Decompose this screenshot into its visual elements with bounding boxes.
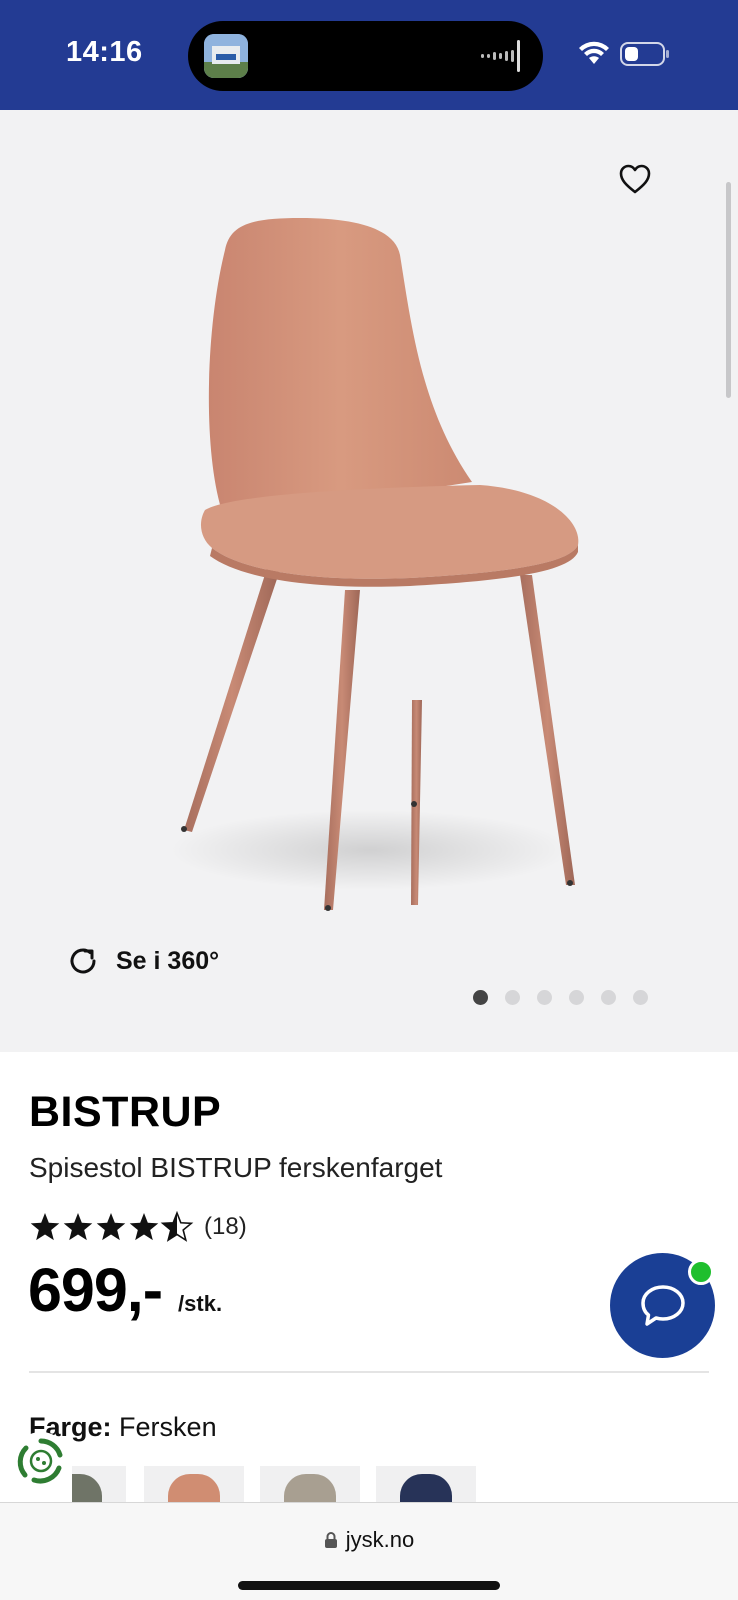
review-count[interactable]: (18) (204, 1213, 247, 1241)
page-scrollbar[interactable] (726, 182, 731, 398)
selected-color-value: Fersken (119, 1412, 217, 1442)
now-playing-app-icon[interactable] (204, 34, 248, 78)
swatch-chair-thumbnail (400, 1474, 452, 1502)
star-full-icon (63, 1213, 93, 1241)
gallery-dot[interactable] (569, 990, 584, 1005)
online-status-badge (688, 1259, 714, 1285)
product-image-chair[interactable] (150, 210, 600, 930)
rotate-icon (70, 948, 96, 974)
gallery-dot[interactable] (601, 990, 616, 1005)
dynamic-island[interactable] (188, 21, 543, 91)
rating-stars (30, 1211, 194, 1242)
color-swatch-list (72, 1466, 738, 1502)
price-row: 699,- /stk. (28, 1255, 222, 1325)
view-360-label: Se i 360° (116, 946, 220, 975)
color-swatch[interactable] (72, 1466, 126, 1502)
status-bar: 14:16 (0, 0, 738, 110)
chat-bubble-icon (641, 1285, 685, 1326)
status-time: 14:16 (66, 36, 143, 68)
product-rating[interactable]: (18) (29, 1211, 247, 1243)
swatch-chair-thumbnail (72, 1474, 102, 1502)
product-brand: BISTRUP (29, 1088, 222, 1136)
home-indicator[interactable] (238, 1581, 500, 1590)
gallery-dot[interactable] (633, 990, 648, 1005)
gallery-pagination (473, 990, 648, 1005)
browser-address-bar[interactable]: jysk.no (0, 1502, 738, 1600)
section-divider (29, 1371, 709, 1373)
battery-icon (620, 42, 669, 66)
price-unit: /stk. (178, 1291, 223, 1316)
color-swatch[interactable] (260, 1466, 360, 1502)
star-full-icon (30, 1213, 60, 1241)
url-display[interactable]: jysk.no (0, 1527, 738, 1553)
audio-wave-icon (481, 40, 520, 72)
swatch-chair-thumbnail (284, 1474, 336, 1502)
swatch-chair-thumbnail (168, 1474, 220, 1502)
gallery-dot[interactable] (537, 990, 552, 1005)
star-full-icon (96, 1213, 126, 1241)
star-full-icon (129, 1213, 159, 1241)
color-swatch[interactable] (144, 1466, 244, 1502)
recycle-badge-icon[interactable] (12, 1432, 70, 1490)
product-name: Spisestol BISTRUP ferskenfarget (29, 1152, 443, 1183)
view-360-button[interactable]: Se i 360° (66, 944, 219, 978)
color-swatch[interactable] (376, 1466, 476, 1502)
gallery-dot[interactable] (473, 990, 488, 1005)
lock-icon (324, 1532, 337, 1548)
favorite-heart-icon[interactable] (618, 162, 652, 196)
gallery-dot[interactable] (505, 990, 520, 1005)
url-text: jysk.no (345, 1527, 415, 1552)
wifi-icon (579, 41, 609, 64)
product-price: 699,- (28, 1256, 163, 1324)
product-image-gallery[interactable]: Se i 360° (0, 110, 738, 1052)
